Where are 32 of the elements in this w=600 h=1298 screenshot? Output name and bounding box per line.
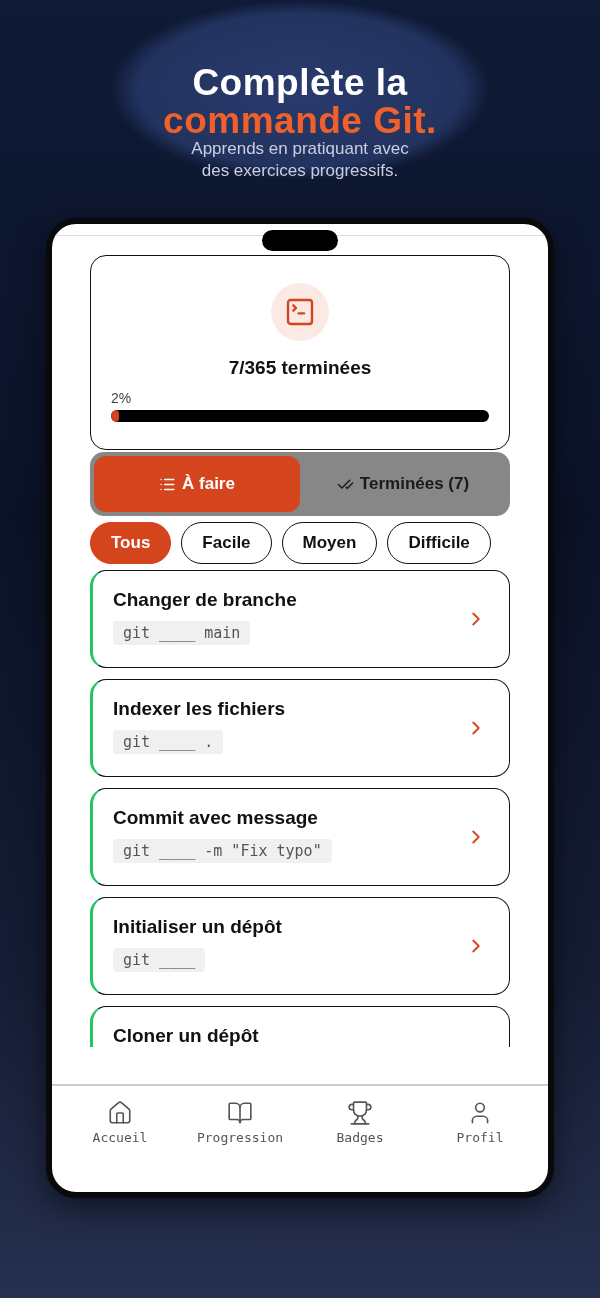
command-snippet: git ____ . xyxy=(113,730,224,754)
nav-item[interactable]: Accueil xyxy=(65,1100,175,1148)
trophy-icon xyxy=(347,1100,373,1126)
exercise-card[interactable]: Cloner un dépôt xyxy=(90,1006,510,1047)
nav-item[interactable]: Profil xyxy=(425,1100,535,1148)
exercise-card[interactable]: Initialiser un dépôt git ____ xyxy=(90,897,510,995)
exercise-card[interactable]: Indexer les fichiers git ____ . xyxy=(90,679,510,777)
nav-item[interactable]: Progression xyxy=(185,1100,295,1148)
tab[interactable]: Terminées (7) xyxy=(300,456,506,512)
exercise-title: Commit avec message xyxy=(113,807,318,829)
tab[interactable]: À faire xyxy=(94,456,300,512)
nav-item[interactable]: Badges xyxy=(305,1100,415,1148)
exercise-title: Cloner un dépôt xyxy=(113,1025,259,1047)
progress-percent: 2% xyxy=(111,390,132,406)
book-icon xyxy=(227,1100,253,1126)
exercise-card[interactable]: Changer de branche git ____ main xyxy=(90,570,510,668)
command-snippet: git ____ -m "Fix typo" xyxy=(113,839,332,863)
home-icon xyxy=(107,1100,133,1126)
command-snippet: git ____ xyxy=(113,948,206,972)
exercise-title: Changer de branche xyxy=(113,589,297,611)
exercise-card[interactable]: Commit avec message git ____ -m "Fix typo" xyxy=(90,788,510,886)
progress-summary: 7/365 terminées xyxy=(228,357,372,379)
headline: commande Git. xyxy=(163,102,437,140)
exercise-title: Indexer les fichiers xyxy=(113,698,286,720)
filter-chip[interactable]: Difficile xyxy=(387,522,491,564)
command-snippet: git ____ main xyxy=(113,621,251,645)
subtitle: Apprends en pratiquant avec des exercices progressifs. xyxy=(191,138,409,182)
filter-chip[interactable]: Moyen xyxy=(281,522,378,564)
exercise-title: Initialiser un dépôt xyxy=(113,916,282,938)
headline: Complète la xyxy=(192,64,408,102)
filter-chip[interactable]: Facile xyxy=(181,522,272,564)
filter-chip[interactable]: Tous xyxy=(90,522,172,564)
